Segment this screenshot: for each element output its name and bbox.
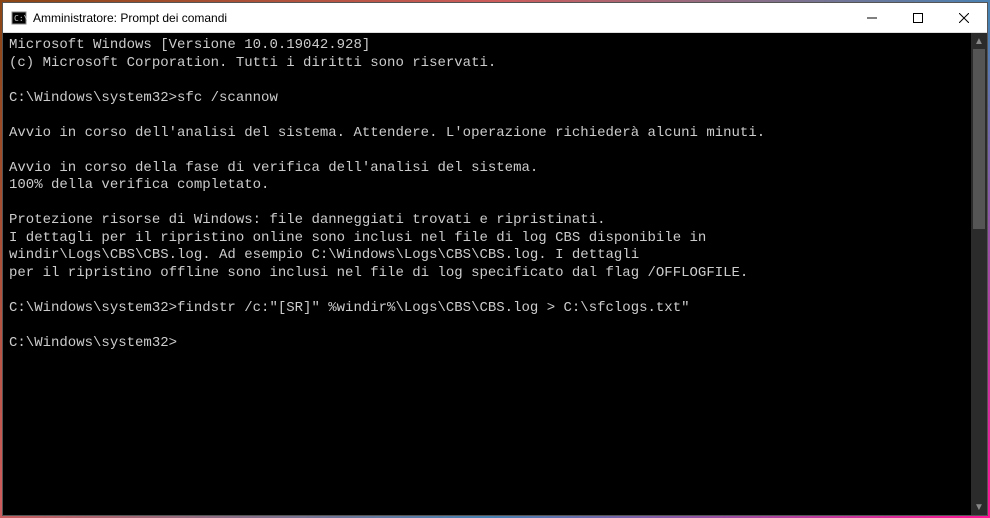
scroll-up-arrow-icon[interactable]: ▲	[971, 33, 987, 49]
cmd-icon: C:\	[11, 10, 27, 26]
maximize-icon	[913, 13, 923, 23]
scroll-down-arrow-icon[interactable]: ▼	[971, 499, 987, 515]
maximize-button[interactable]	[895, 3, 941, 32]
terminal-output[interactable]: Microsoft Windows [Versione 10.0.19042.9…	[3, 33, 971, 515]
minimize-button[interactable]	[849, 3, 895, 32]
vertical-scrollbar[interactable]: ▲ ▼	[971, 33, 987, 515]
title-bar[interactable]: C:\ Amministratore: Prompt dei comandi	[3, 3, 987, 33]
command-prompt-window: C:\ Amministratore: Prompt dei comandi	[2, 2, 988, 516]
window-controls	[849, 3, 987, 32]
minimize-icon	[867, 13, 877, 23]
close-icon	[959, 13, 969, 23]
close-button[interactable]	[941, 3, 987, 32]
title-left: C:\ Amministratore: Prompt dei comandi	[11, 10, 227, 26]
window-title: Amministratore: Prompt dei comandi	[33, 11, 227, 25]
terminal-area: Microsoft Windows [Versione 10.0.19042.9…	[3, 33, 987, 515]
scroll-thumb[interactable]	[973, 49, 985, 229]
svg-text:C:\: C:\	[14, 14, 27, 23]
